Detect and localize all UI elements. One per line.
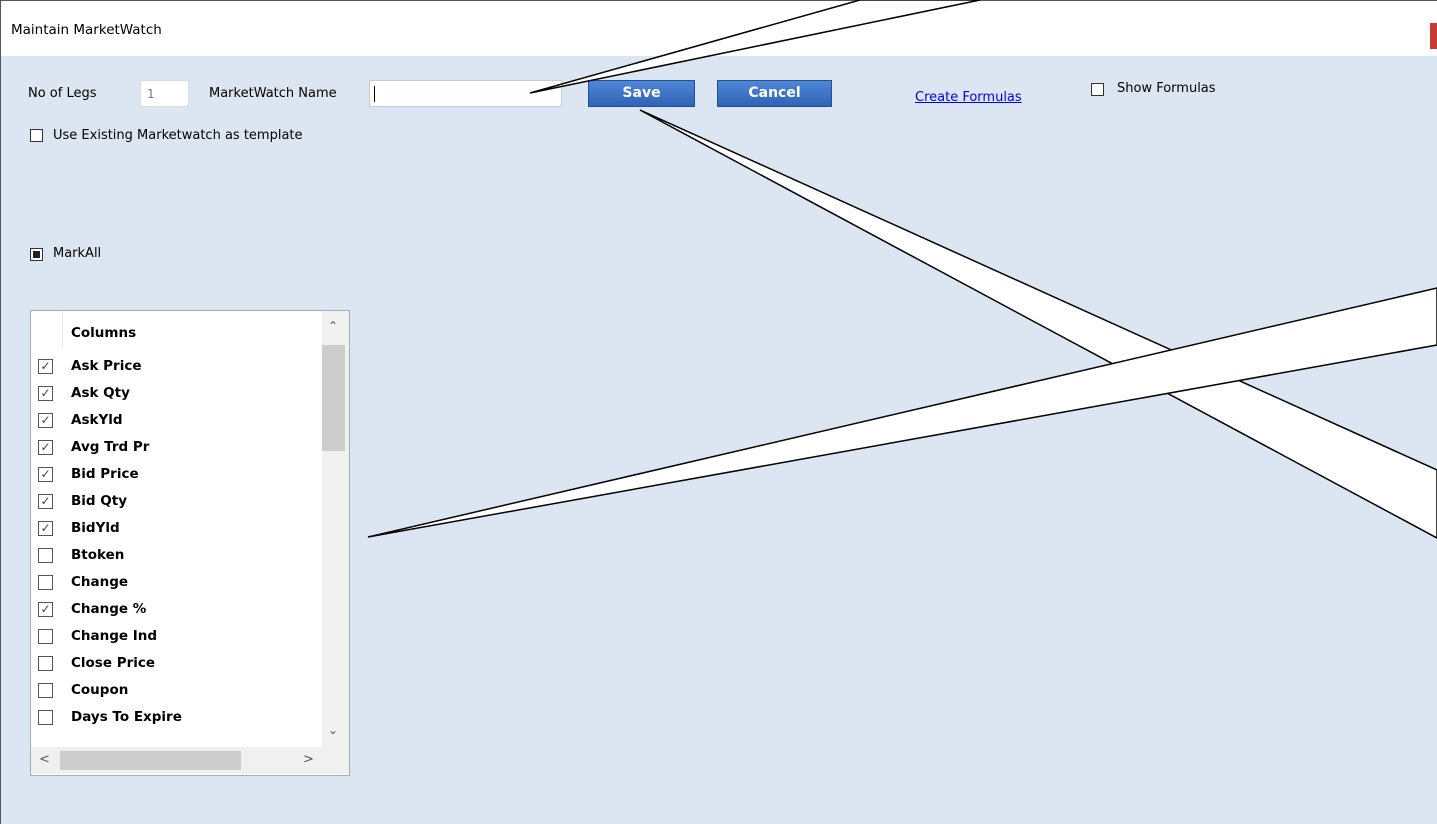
scroll-left-icon[interactable]: < bbox=[39, 752, 50, 767]
scroll-right-icon[interactable]: > bbox=[303, 752, 314, 767]
column-checkbox[interactable]: ✓ bbox=[38, 467, 53, 482]
close-button[interactable] bbox=[1430, 23, 1437, 49]
column-label: AskYld bbox=[71, 412, 123, 428]
mark-all-label: MarkAll bbox=[53, 246, 102, 261]
column-checkbox[interactable]: ✓ bbox=[38, 440, 53, 455]
column-checkbox[interactable]: ✓ bbox=[38, 413, 53, 428]
column-row[interactable]: ✓ AskYld bbox=[31, 409, 321, 436]
show-formulas-label: Show Formulas bbox=[1117, 81, 1216, 96]
column-label: Change bbox=[71, 574, 129, 590]
columns-header: Columns bbox=[71, 325, 137, 341]
column-row[interactable]: Coupon bbox=[31, 679, 321, 706]
marketwatch-name-input[interactable] bbox=[369, 80, 562, 107]
column-row[interactable]: Change bbox=[31, 571, 321, 598]
column-row[interactable]: ✓ Ask Qty bbox=[31, 382, 321, 409]
column-label: BidYld bbox=[71, 520, 120, 536]
column-row[interactable]: Change Ind bbox=[31, 625, 321, 652]
column-checkbox[interactable] bbox=[38, 683, 53, 698]
column-row[interactable]: ✓ Bid Price bbox=[31, 463, 321, 490]
horizontal-scroll-thumb[interactable] bbox=[60, 751, 241, 770]
column-row[interactable]: Close Price bbox=[31, 652, 321, 679]
column-checkbox[interactable]: ✓ bbox=[38, 386, 53, 401]
column-checkbox[interactable] bbox=[38, 656, 53, 671]
maintain-marketwatch-window: Maintain MarketWatch No of Legs 1 Market… bbox=[0, 0, 1437, 824]
column-label: Ask Qty bbox=[71, 385, 130, 401]
column-label: Bid Qty bbox=[71, 493, 128, 509]
vertical-scroll-thumb[interactable] bbox=[322, 345, 345, 451]
column-row[interactable]: ✓ Avg Trd Pr bbox=[31, 436, 321, 463]
window-title: Maintain MarketWatch bbox=[11, 22, 162, 38]
column-label: Close Price bbox=[71, 655, 156, 671]
column-label: Avg Trd Pr bbox=[71, 439, 150, 455]
no-of-legs-label: No of Legs bbox=[28, 86, 97, 101]
column-row[interactable]: ✓ Ask Price bbox=[31, 355, 321, 382]
use-existing-checkbox[interactable] bbox=[30, 129, 43, 142]
column-checkbox[interactable] bbox=[38, 548, 53, 563]
column-checkbox[interactable] bbox=[38, 629, 53, 644]
show-formulas-checkbox[interactable] bbox=[1091, 83, 1104, 96]
cancel-button[interactable]: Cancel bbox=[717, 80, 832, 107]
column-checkbox[interactable]: ✓ bbox=[38, 494, 53, 509]
header-separator bbox=[62, 311, 63, 347]
create-formulas-link[interactable]: Create Formulas bbox=[915, 90, 1022, 105]
column-checkbox[interactable] bbox=[38, 575, 53, 590]
horizontal-scrollbar[interactable]: < > bbox=[31, 747, 349, 774]
marketwatch-name-label: MarketWatch Name bbox=[209, 86, 337, 101]
column-row[interactable]: ✓ Change % bbox=[31, 598, 321, 625]
column-row[interactable]: Days To Expire bbox=[31, 706, 321, 733]
column-checkbox[interactable] bbox=[38, 710, 53, 725]
no-of-legs-field[interactable]: 1 bbox=[140, 80, 189, 107]
mark-all-checkbox[interactable] bbox=[30, 248, 43, 261]
column-label: Change Ind bbox=[71, 628, 158, 644]
vertical-scrollbar[interactable]: ⌃ ⌄ bbox=[322, 311, 349, 747]
text-caret bbox=[374, 86, 375, 102]
column-label: Change % bbox=[71, 601, 147, 617]
scroll-up-icon[interactable]: ⌃ bbox=[328, 319, 338, 333]
column-checkbox[interactable]: ✓ bbox=[38, 602, 53, 617]
scroll-down-icon[interactable]: ⌄ bbox=[328, 723, 338, 737]
save-button[interactable]: Save bbox=[588, 80, 695, 107]
column-row[interactable]: Btoken bbox=[31, 544, 321, 571]
column-checkbox[interactable]: ✓ bbox=[38, 359, 53, 374]
column-label: Btoken bbox=[71, 547, 125, 563]
column-row[interactable]: ✓ Bid Qty bbox=[31, 490, 321, 517]
columns-list[interactable]: Columns ✓ Ask Price ✓ Ask Qty ✓ AskYld ✓ Avg Tr… bbox=[30, 310, 350, 776]
column-row[interactable]: ✓ BidYld bbox=[31, 517, 321, 544]
column-label: Coupon bbox=[71, 682, 129, 698]
use-existing-label: Use Existing Marketwatch as template bbox=[53, 128, 303, 143]
column-checkbox[interactable]: ✓ bbox=[38, 521, 53, 536]
title-bar: Maintain MarketWatch bbox=[1, 1, 1437, 56]
column-label: Ask Price bbox=[71, 358, 142, 374]
column-label: Bid Price bbox=[71, 466, 139, 482]
column-label: Days To Expire bbox=[71, 709, 182, 725]
